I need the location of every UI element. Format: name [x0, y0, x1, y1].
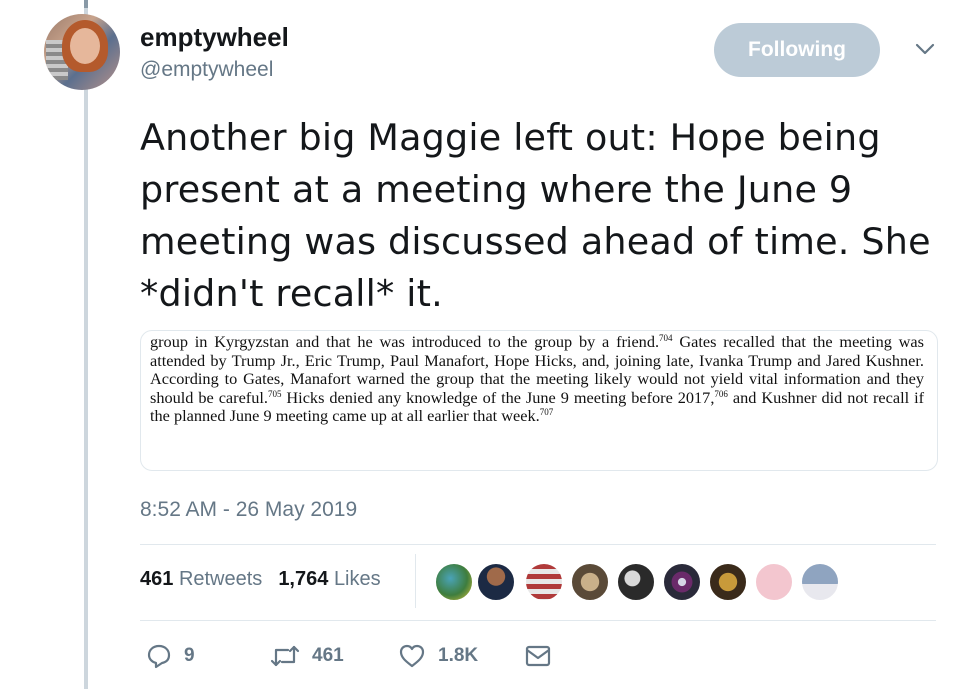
divider [140, 544, 936, 545]
envelope-icon [525, 645, 551, 667]
direct-message-button[interactable] [524, 643, 552, 669]
engagement-stats: 461 Retweets 1,764 Likes [140, 568, 381, 591]
like-button[interactable]: 1.8K [398, 643, 478, 669]
tweet-timestamp[interactable]: 8:52 AM - 26 May 2019 [140, 498, 357, 522]
avatar[interactable] [44, 14, 120, 90]
retweet-button[interactable]: 461 [270, 643, 344, 669]
reply-icon [147, 644, 171, 669]
likes-stat[interactable]: 1,764 Likes [278, 568, 380, 591]
thread-line [84, 0, 88, 689]
liker-avatar[interactable] [708, 562, 748, 602]
retweets-label: Retweets [178, 568, 263, 590]
tweet-text: Another big Maggie left out: Hope being … [140, 116, 931, 315]
chevron-down-icon[interactable] [913, 40, 937, 58]
liker-avatar[interactable] [434, 562, 474, 602]
liker-avatar[interactable] [616, 562, 656, 602]
following-button[interactable]: Following [714, 23, 880, 77]
liker-avatar[interactable] [754, 562, 794, 602]
likes-count: 1,764 [278, 568, 329, 590]
attached-document-image[interactable]: group in Kyrgyzstan and that he was intr… [140, 330, 938, 471]
liker-avatar[interactable] [800, 562, 840, 602]
retweet-icon [270, 645, 300, 667]
reply-count: 9 [184, 645, 195, 666]
document-excerpt: group in Kyrgyzstan and that he was intr… [150, 332, 925, 426]
retweets-stat[interactable]: 461 Retweets [140, 568, 262, 591]
thread-connector [84, 0, 88, 8]
heart-icon [399, 644, 425, 668]
liker-avatar[interactable] [662, 562, 702, 602]
retweets-count: 461 [140, 568, 174, 590]
liker-avatar[interactable] [476, 562, 516, 602]
stats-divider [415, 554, 416, 608]
liker-avatar[interactable] [570, 562, 610, 602]
retweet-count: 461 [312, 645, 344, 666]
likes-label: Likes [333, 568, 381, 590]
like-count: 1.8K [438, 645, 479, 666]
liker-avatar[interactable] [524, 562, 564, 602]
author-handle[interactable]: @emptywheel [140, 58, 273, 82]
reply-button[interactable]: 9 [146, 643, 195, 669]
divider [140, 620, 936, 621]
author-name[interactable]: emptywheel [140, 22, 289, 53]
